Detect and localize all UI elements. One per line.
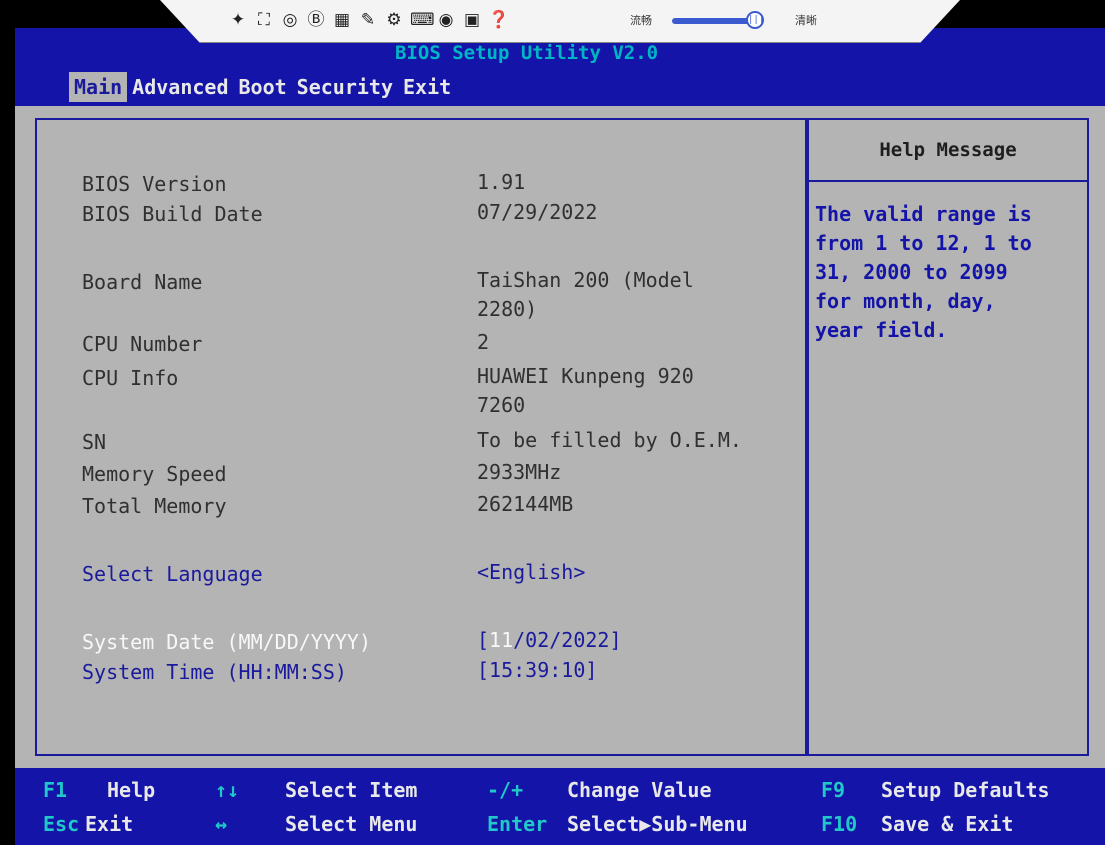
- cpu-number-value: 2: [477, 330, 490, 354]
- f10-desc: Save & Exit: [881, 812, 1014, 836]
- sn-value: To be filled by O.E.M.: [477, 428, 742, 452]
- f9-key: F9: [821, 778, 846, 802]
- system-time-value[interactable]: [15:39:10]: [477, 656, 597, 685]
- system-time-label[interactable]: System Time (HH:MM:SS): [82, 660, 347, 684]
- system-date-value[interactable]: [11/02/2022]: [477, 626, 622, 655]
- bios-build-date-value: 07/29/2022: [477, 200, 598, 224]
- screenshot-icon[interactable]: ▦: [332, 10, 352, 30]
- record-icon[interactable]: ◎: [280, 10, 300, 30]
- pin-icon[interactable]: ✦: [228, 10, 248, 30]
- tab-advanced[interactable]: Advanced: [127, 72, 233, 102]
- key-legend-footer: F1 Help ↑↓ Select Item -/+ Change Value …: [15, 768, 1105, 845]
- bios-screen: BIOS Setup Utility V2.0 Main Advanced Bo…: [0, 0, 1105, 845]
- help-panel: Help Message The valid range is from 1 t…: [807, 118, 1089, 756]
- enter-desc: Select▶Sub-Menu: [567, 812, 748, 836]
- arrows-lr-desc: Select Menu: [285, 812, 418, 836]
- plus-minus-desc: Change Value: [567, 778, 712, 802]
- system-date-label[interactable]: System Date (MM/DD/YYYY): [82, 630, 371, 654]
- main-panel: BIOS Version 1.91 BIOS Build Date 07/29/…: [15, 106, 1105, 768]
- bios-title: BIOS Setup Utility V2.0: [395, 42, 659, 64]
- help-text: The valid range is from 1 to 12, 1 to 31…: [815, 202, 1032, 342]
- settings-icon[interactable]: ⚙: [384, 10, 404, 30]
- total-memory-value: 262144MB: [477, 492, 574, 516]
- cpu-info-value: HUAWEI Kunpeng 920 7260: [477, 364, 694, 417]
- help-icon[interactable]: ❓: [488, 10, 509, 30]
- remote-control-toolbar: ✦ ⛶ ◎ Ⓑ ▦ ✎ ⚙ ⌨ ◉ ▣ ❓ 流畅 ||| 清晰: [160, 0, 960, 43]
- tab-security[interactable]: Security: [292, 72, 398, 102]
- cpu-info-label: CPU Info: [82, 366, 179, 390]
- bios-build-date-label: BIOS Build Date: [82, 202, 263, 226]
- arrows-ud-desc: Select Item: [285, 778, 418, 802]
- total-memory-label: Total Memory: [82, 494, 227, 518]
- b-icon[interactable]: Ⓑ: [306, 10, 326, 30]
- f10-key: F10: [821, 812, 858, 836]
- keyboard-icon[interactable]: ⌨: [410, 10, 435, 30]
- slider-knob[interactable]: |||: [746, 11, 764, 29]
- system-date-month[interactable]: 11: [489, 628, 513, 652]
- mouse-icon[interactable]: ◉: [436, 10, 456, 30]
- board-name-label: Board Name: [82, 270, 203, 294]
- tab-exit[interactable]: Exit: [398, 72, 456, 102]
- tab-main[interactable]: Main: [69, 72, 128, 102]
- bios-version-label: BIOS Version: [82, 172, 227, 196]
- memory-speed-label: Memory Speed: [82, 462, 227, 486]
- arrows-lr-key: ↔: [215, 812, 228, 836]
- bios-version-value: 1.91: [477, 170, 526, 194]
- paint-icon[interactable]: ✎: [358, 10, 378, 30]
- esc-desc: Exit: [85, 812, 134, 836]
- f1-key: F1: [43, 778, 68, 802]
- quality-label-smooth: 流畅: [630, 14, 652, 27]
- plus-minus-key: -/+: [487, 778, 524, 802]
- enter-key: Enter: [487, 812, 548, 836]
- select-language-label[interactable]: Select Language: [82, 562, 263, 586]
- fullscreen-icon[interactable]: ⛶: [254, 10, 274, 30]
- cpu-number-label: CPU Number: [82, 332, 203, 356]
- f9-desc: Setup Defaults: [881, 778, 1050, 802]
- help-title: Help Message: [809, 120, 1087, 182]
- tab-boot[interactable]: Boot: [234, 72, 292, 102]
- menu-tabs: Main Advanced Boot Security Exit: [69, 72, 456, 102]
- sn-label: SN: [82, 430, 107, 454]
- memory-speed-value: 2933MHz: [477, 460, 562, 484]
- select-language-value[interactable]: <English>: [477, 558, 585, 587]
- board-name-value: TaiShan 200 (Model 2280): [477, 268, 694, 321]
- info-panel: BIOS Version 1.91 BIOS Build Date 07/29/…: [35, 118, 807, 756]
- quality-slider[interactable]: |||: [672, 11, 764, 29]
- system-date-rest[interactable]: /02/2022]: [513, 628, 621, 652]
- quality-label-clear: 清晰: [795, 14, 817, 27]
- f1-desc: Help: [107, 778, 156, 802]
- arrows-ud-key: ↑↓: [215, 778, 240, 802]
- esc-key: Esc: [43, 812, 80, 836]
- window-icon[interactable]: ▣: [462, 10, 482, 30]
- system-date-open-bracket: [: [477, 628, 490, 652]
